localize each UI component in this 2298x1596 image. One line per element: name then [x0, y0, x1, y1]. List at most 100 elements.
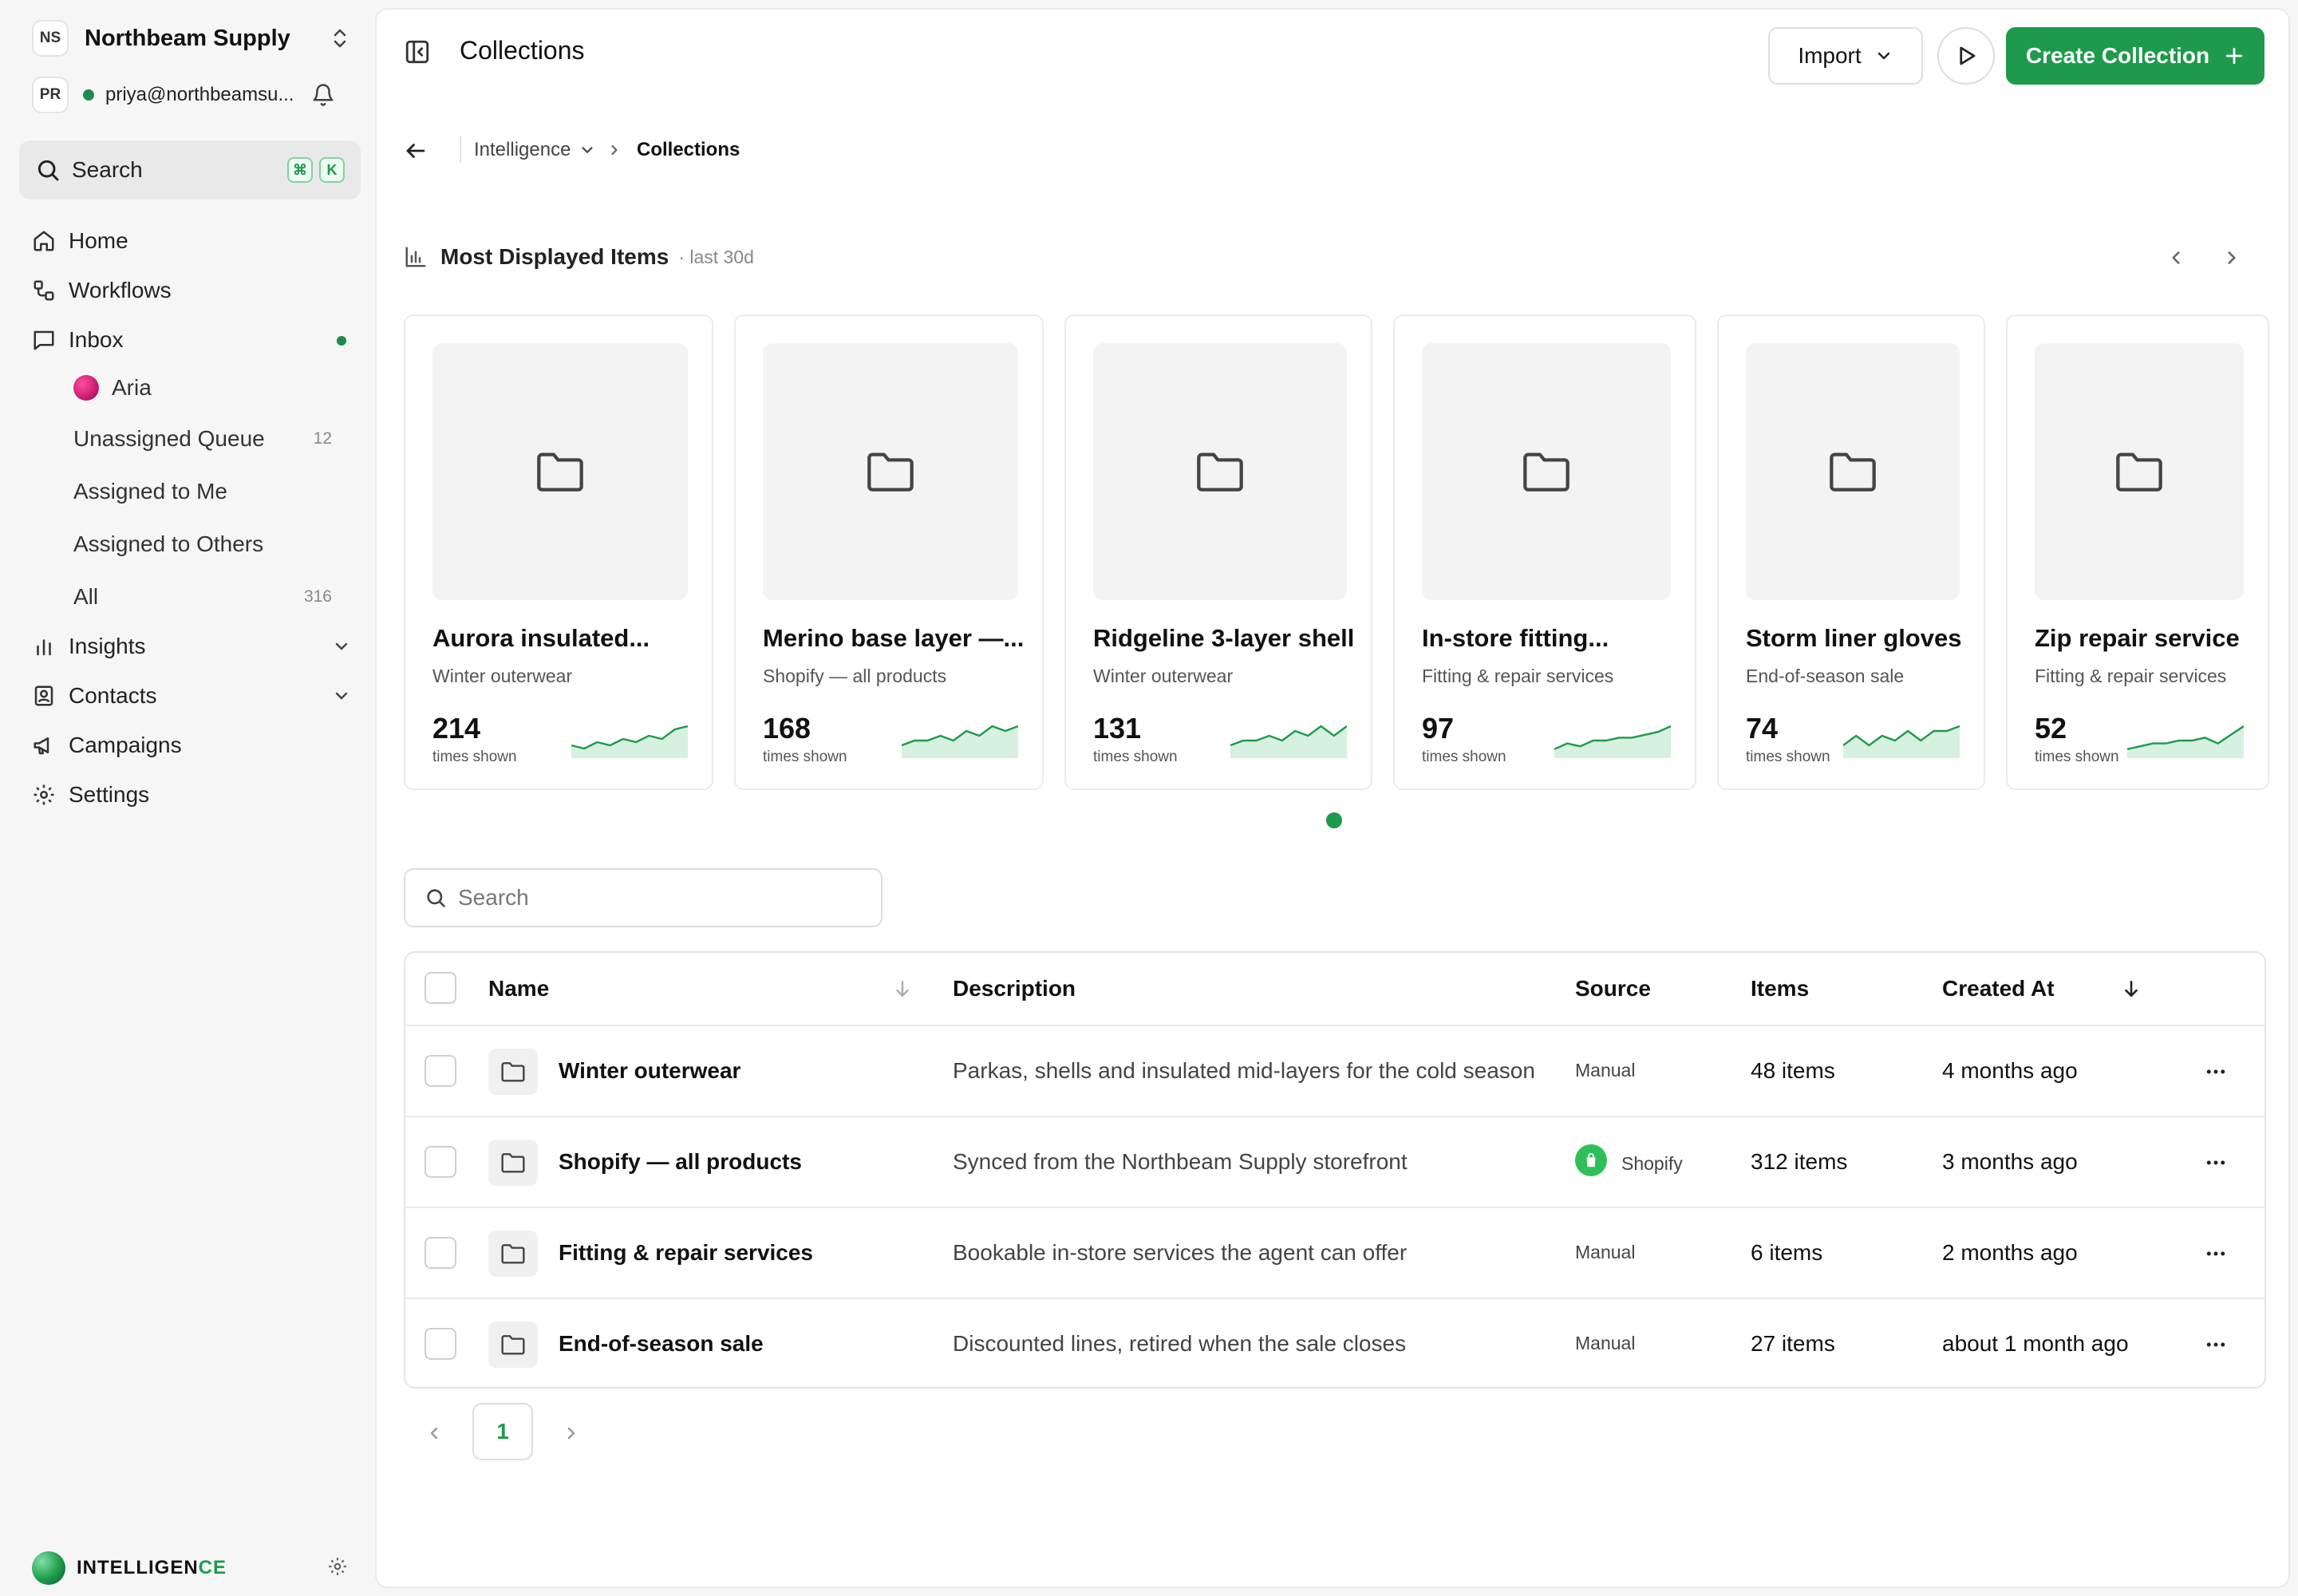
item-card[interactable]: Ridgeline 3-layer shell Winter outerwear 1… — [1064, 314, 1372, 790]
sparkline-area — [1230, 726, 1347, 758]
more-options-icon[interactable] — [2204, 1060, 2228, 1084]
sidebar-item-contacts[interactable]: Contacts — [32, 677, 351, 715]
sort-arrow-icon[interactable] — [892, 978, 913, 999]
chevron-down-icon[interactable] — [332, 637, 351, 656]
item-card[interactable]: Storm liner gloves End-of-season sale 74 ti… — [1717, 314, 1985, 790]
back-arrow-icon[interactable] — [404, 139, 428, 163]
carousel-page-dot[interactable] — [1326, 812, 1342, 828]
chevron-right-icon — [606, 142, 622, 158]
user-menu[interactable]: PR priya@northbeamsu... — [32, 77, 351, 113]
item-thumbnail — [1422, 343, 1671, 600]
bar-chart-icon — [404, 245, 428, 269]
plus-icon — [2224, 45, 2245, 66]
breadcrumb-parent[interactable]: Intelligence — [474, 139, 596, 161]
collections-table: Name Description Source Items Created At… — [404, 951, 2266, 1389]
chevron-updown-icon[interactable] — [329, 26, 351, 51]
import-button[interactable]: Import — [1768, 27, 1923, 85]
table-row[interactable]: End-of-season sale Discounted lines, reti… — [405, 1298, 2264, 1387]
sidebar-item-label: Settings — [69, 782, 150, 807]
item-thumbnail — [1746, 343, 1960, 600]
bell-icon[interactable] — [311, 83, 335, 107]
item-times-shown-value: 52 — [2035, 712, 2067, 745]
item-thumbnail — [432, 343, 688, 600]
workspace-switcher[interactable]: NS Northbeam Supply — [32, 20, 351, 57]
collection-name[interactable]: Fitting & repair services — [559, 1240, 813, 1266]
sidebar-item-inbox[interactable]: Inbox — [32, 321, 351, 359]
collection-name[interactable]: End-of-season sale — [559, 1331, 764, 1357]
collection-source: Manual — [1575, 1060, 1635, 1081]
row-checkbox[interactable] — [424, 1055, 456, 1087]
row-checkbox[interactable] — [424, 1237, 456, 1269]
trend-sparkline — [1230, 725, 1347, 758]
collection-name[interactable]: Winter outerwear — [559, 1058, 740, 1084]
pagination-page-button[interactable]: 1 — [472, 1403, 533, 1460]
item-card[interactable]: Zip repair service Fitting & repair servi… — [2006, 314, 2269, 790]
item-times-shown-label: times shown — [1093, 749, 1178, 765]
column-header-name[interactable]: Name — [488, 976, 549, 1001]
chevron-down-icon — [1874, 46, 1893, 65]
contact-card-icon — [32, 684, 56, 708]
pagination-next-icon[interactable] — [562, 1424, 581, 1443]
folder-icon — [1521, 449, 1572, 494]
collection-created-at: 3 months ago — [1942, 1149, 2078, 1174]
item-times-shown-label: times shown — [763, 749, 847, 765]
collection-description: Synced from the Northbeam Supply storefr… — [953, 1149, 1408, 1174]
collection-created-at: about 1 month ago — [1942, 1331, 2129, 1356]
more-options-icon[interactable] — [2204, 1333, 2228, 1357]
sidebar-item-insights[interactable]: Insights — [32, 627, 351, 666]
column-header-description: Description — [953, 976, 1076, 1001]
gear-icon — [32, 783, 56, 807]
collection-description: Bookable in-store services the agent can… — [953, 1240, 1408, 1265]
carousel-prev-icon[interactable] — [2166, 247, 2186, 268]
table-search[interactable] — [404, 868, 882, 927]
play-icon — [1954, 44, 1978, 68]
sidebar-item-campaigns[interactable]: Campaigns — [32, 726, 351, 764]
sidebar-item-home[interactable]: Home — [32, 222, 351, 260]
sidebar-item-aria[interactable]: Aria — [73, 369, 337, 407]
online-status-dot — [83, 89, 94, 101]
more-options-icon[interactable] — [2204, 1242, 2228, 1266]
create-collection-button[interactable]: Create Collection — [2006, 27, 2264, 85]
more-options-icon[interactable] — [2204, 1151, 2228, 1175]
sidebar-search[interactable]: Search ⌘ K — [19, 140, 361, 200]
page-title: Collections — [460, 36, 585, 65]
sidebar-toggle-icon[interactable] — [404, 38, 431, 65]
item-card[interactable]: Merino base layer —... Shopify — all prod… — [734, 314, 1044, 790]
item-times-shown-label: times shown — [432, 749, 517, 765]
megaphone-icon — [32, 733, 56, 757]
run-button[interactable] — [1937, 27, 1995, 85]
row-checkbox[interactable] — [424, 1328, 456, 1360]
table-row[interactable]: Winter outerwear Parkas, shells and insul… — [405, 1025, 2264, 1116]
sidebar-item-assigned-to-me[interactable]: Assigned to Me — [73, 472, 337, 511]
sort-arrow-icon[interactable] — [2121, 978, 2142, 999]
brand-name: INTELLIGENCE — [77, 1557, 227, 1579]
chevron-down-icon — [578, 141, 596, 159]
sidebar-item-label: All — [73, 584, 99, 609]
folder-icon — [2114, 449, 2165, 494]
collection-name[interactable]: Shopify — all products — [559, 1149, 802, 1175]
item-card[interactable]: In-store fitting... Fitting & repair serv… — [1393, 314, 1696, 790]
workspace-badge: NS — [32, 20, 69, 57]
column-header-created-at[interactable]: Created At — [1942, 976, 2055, 1001]
sidebar-item-unassigned-queue[interactable]: Unassigned Queue 12 — [73, 420, 337, 458]
select-all-checkbox[interactable] — [424, 972, 456, 1004]
carousel-next-icon[interactable] — [2221, 247, 2242, 268]
breadcrumb-divider — [460, 136, 461, 163]
pagination-prev-icon[interactable] — [424, 1424, 444, 1443]
search-icon — [35, 157, 61, 183]
sidebar-item-workflows[interactable]: Workflows — [32, 271, 351, 310]
sidebar-item-all[interactable]: All 316 — [73, 578, 337, 616]
table-row[interactable]: Shopify — all products Synced from the No… — [405, 1116, 2264, 1207]
sidebar-item-settings[interactable]: Settings — [32, 776, 351, 814]
sidebar-item-label: Unassigned Queue — [73, 426, 265, 451]
sidebar-item-assigned-to-others[interactable]: Assigned to Others — [73, 525, 337, 563]
gear-icon[interactable] — [327, 1556, 348, 1577]
sidebar-search-label: Search — [72, 157, 143, 182]
item-title: In-store fitting... — [1422, 624, 1609, 652]
table-row[interactable]: Fitting & repair services Bookable in-sto… — [405, 1207, 2264, 1298]
table-search-input[interactable] — [458, 885, 857, 911]
item-card[interactable]: Aurora insulated... Winter outerwear 214 ti… — [404, 314, 713, 790]
row-checkbox[interactable] — [424, 1146, 456, 1178]
collection-description: Discounted lines, retired when the sale … — [953, 1331, 1407, 1356]
chevron-down-icon[interactable] — [332, 686, 351, 705]
